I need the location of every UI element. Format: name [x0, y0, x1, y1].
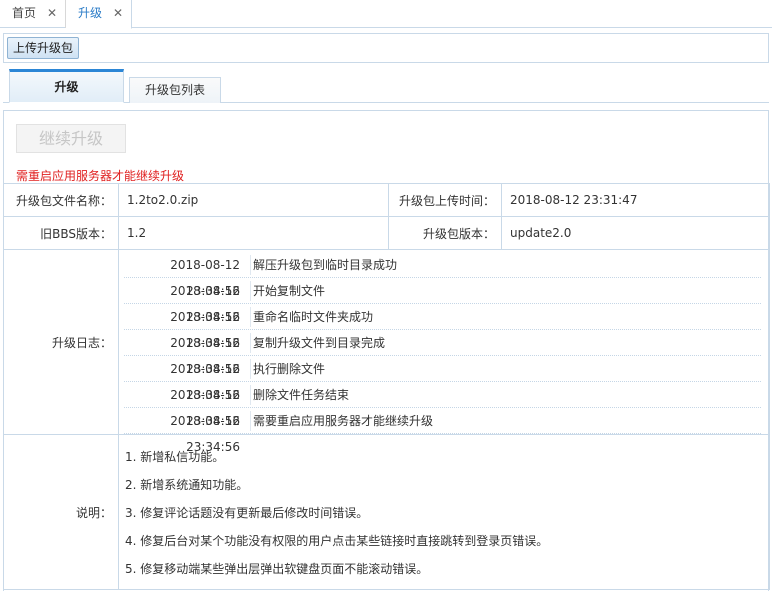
log-time: 2018-08-12 23:34:56: [170, 258, 240, 298]
log-message: 开始复制文件: [253, 284, 326, 298]
upgrade-info-table: 升级包文件名称： 1.2to2.0.zip 升级包上传时间： 2018-08-1…: [3, 183, 770, 590]
log-message: 复制升级文件到目录完成: [253, 336, 386, 350]
inner-tab-bar: 升级 升级包列表: [3, 68, 769, 103]
list-item: 2. 新增系统通知功能。: [125, 478, 249, 492]
list-item: 5. 修复移动端某些弹出层弹出软键盘页面不能滚动错误。: [125, 562, 429, 576]
log-time: 2018-08-12 23:34:56: [170, 388, 240, 428]
toolbar: 上传升级包: [3, 33, 769, 63]
log-time: 2018-08-12 23:34:56: [170, 362, 240, 402]
log-message: 需要重启应用服务器才能继续升级: [253, 414, 434, 428]
tab-home-label: 首页: [12, 6, 37, 20]
file-name-label: 升级包文件名称：: [3, 183, 119, 217]
description-label: 说明：: [3, 434, 119, 590]
table-row: 升级包文件名称： 1.2to2.0.zip 升级包上传时间： 2018-08-1…: [3, 183, 770, 217]
list-item: 4. 修复后台对某个功能没有权限的用户点击某些链接时直接跳转到登录页错误。: [125, 534, 549, 548]
upload-time-value: 2018-08-12 23:31:47: [501, 183, 770, 217]
description-cell: 1. 新增私信功能。 2. 新增系统通知功能。 3. 修复评论话题没有更新最后修…: [118, 434, 770, 590]
log-message: 解压升级包到临时目录成功: [253, 258, 398, 272]
log-row: 2018-08-12 23:34:56 执行删除文件: [124, 356, 761, 402]
tab-package-list[interactable]: 升级包列表: [129, 77, 221, 103]
table-row: 说明： 1. 新增私信功能。 2. 新增系统通知功能。 3. 修复评论话题没有更…: [3, 434, 770, 590]
tab-upgrade-inner[interactable]: 升级: [9, 69, 124, 103]
top-tab-bar: 首页 ✕ 升级 ✕: [0, 0, 772, 29]
log-row: 2018-08-12 23:34:56 复制升级文件到目录完成: [124, 330, 761, 376]
upgrade-log-list: 2018-08-12 23:34:56 解压升级包到临时目录成功 2018-08-…: [124, 250, 761, 454]
table-row: 升级日志： 2018-08-12 23:34:56 解压升级包到临时目录成功 20…: [3, 249, 770, 454]
upload-time-label: 升级包上传时间：: [388, 183, 502, 217]
log-row: 2018-08-12 23:34:56 解压升级包到临时目录成功: [124, 252, 761, 298]
tab-upgrade[interactable]: 升级 ✕: [66, 0, 132, 29]
tab-home[interactable]: 首页 ✕: [0, 0, 66, 28]
log-label: 升级日志：: [3, 249, 119, 435]
log-time: 2018-08-12 23:34:56: [170, 310, 240, 350]
package-version-value: update2.0: [501, 216, 770, 250]
log-time: 2018-08-12 23:34:56: [170, 414, 240, 454]
old-version-value: 1.2: [118, 216, 389, 250]
tab-upgrade-label: 升级: [78, 6, 103, 20]
log-cell: 2018-08-12 23:34:56 解压升级包到临时目录成功 2018-08-…: [118, 249, 770, 454]
restart-notice: 需重启应用服务器才能继续升级: [16, 169, 185, 183]
log-time: 2018-08-12 23:34:56: [170, 336, 240, 376]
description-list: 1. 新增私信功能。 2. 新增系统通知功能。 3. 修复评论话题没有更新最后修…: [119, 441, 769, 583]
upload-package-button[interactable]: 上传升级包: [7, 37, 80, 59]
table-row: 旧BBS版本： 1.2 升级包版本： update2.0: [3, 216, 770, 250]
log-row: 2018-08-12 23:34:56 重命名临时文件夹成功: [124, 304, 761, 350]
list-item: 1. 新增私信功能。: [125, 450, 225, 464]
log-message: 重命名临时文件夹成功: [253, 310, 374, 324]
list-item: 3. 修复评论话题没有更新最后修改时间错误。: [125, 506, 369, 520]
log-time: 2018-08-12 23:34:56: [170, 284, 240, 324]
old-version-label: 旧BBS版本：: [3, 216, 119, 250]
log-row: 2018-08-12 23:34:56 删除文件任务结束: [124, 382, 761, 428]
log-message: 删除文件任务结束: [253, 388, 350, 402]
close-icon[interactable]: ✕: [113, 0, 123, 26]
close-icon[interactable]: ✕: [47, 0, 57, 26]
package-version-label: 升级包版本：: [388, 216, 502, 250]
log-message: 执行删除文件: [253, 362, 326, 376]
log-row: 2018-08-12 23:34:56 需要重启应用服务器才能继续升级: [124, 408, 761, 454]
file-name-value: 1.2to2.0.zip: [118, 183, 389, 217]
log-row: 2018-08-12 23:34:56 开始复制文件: [124, 278, 761, 324]
continue-upgrade-button[interactable]: 继续升级: [16, 124, 126, 153]
